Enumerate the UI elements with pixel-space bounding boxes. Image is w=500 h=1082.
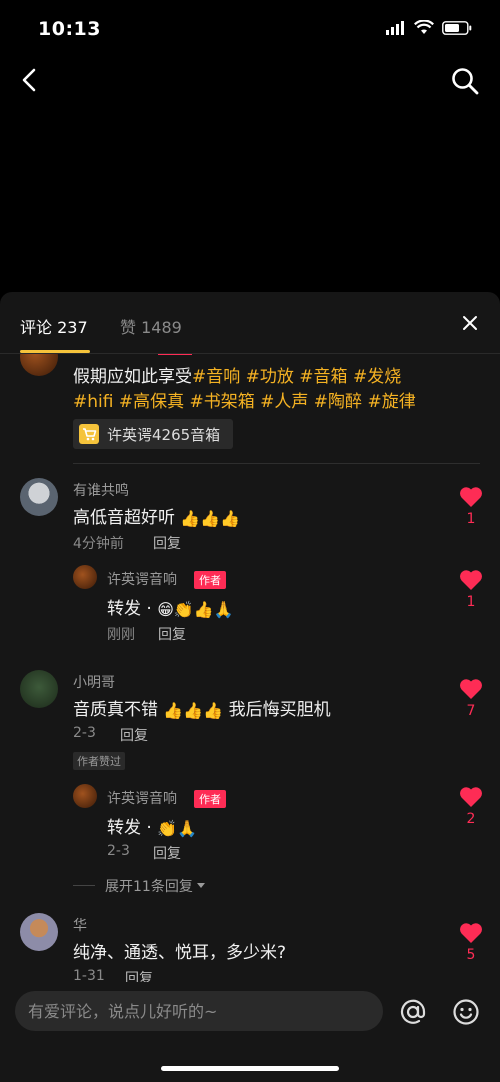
- author-badge: 作者: [194, 571, 226, 589]
- tab-comments[interactable]: 评论 237: [20, 314, 88, 338]
- status-time: 10:13: [38, 18, 101, 40]
- heart-icon[interactable]: [459, 486, 483, 508]
- commenter-name[interactable]: 有谁共鸣: [73, 480, 129, 500]
- thumbs-up-icon: 👍: [180, 508, 201, 528]
- reply-author-name[interactable]: 许英谔音响: [107, 788, 177, 808]
- list-item: 假期应如此享受#音响 #功放 #音箱 #发烧 #hifi #高保真 #书架箱 #…: [0, 354, 500, 464]
- avatar[interactable]: [73, 565, 97, 589]
- thumbs-up-icon: 👍: [163, 700, 184, 720]
- avatar[interactable]: [20, 913, 58, 951]
- avatar[interactable]: [73, 784, 97, 808]
- hashtags-line2[interactable]: #hifi #高保真 #书架箱 #人声 #陶醉 #旋律: [73, 387, 416, 412]
- reply-text: 转发 · 😁👏👍🙏: [107, 594, 234, 619]
- close-icon[interactable]: [462, 315, 478, 331]
- like-count: 1: [466, 511, 476, 527]
- comment-time: 2-3: [73, 725, 96, 741]
- avatar[interactable]: [20, 670, 58, 708]
- avatar[interactable]: [20, 478, 58, 516]
- heart-icon[interactable]: [459, 922, 483, 944]
- comment-list: 假期应如此享受#音响 #功放 #音箱 #发烧 #hifi #高保真 #书架箱 #…: [0, 354, 500, 982]
- product-name: 许英谔4265音箱: [107, 425, 221, 444]
- comment-body-tail: 我后悔买胆机: [228, 700, 331, 720]
- tab-likes[interactable]: 赞 1489: [120, 314, 182, 338]
- comment-body: 高低音超好听: [73, 508, 175, 528]
- like-count: 2: [466, 811, 476, 827]
- author-badge: 作者: [194, 790, 226, 808]
- tab-bar: 评论 237 赞 1489: [0, 292, 500, 354]
- reply-author-name[interactable]: 许英谔音响: [107, 569, 177, 589]
- grin-icon: 😁: [157, 599, 174, 619]
- expand-replies-button[interactable]: 展开11条回复: [105, 876, 206, 896]
- reply-button[interactable]: 回复: [125, 968, 153, 982]
- hashtags-line1[interactable]: #音响 #功放 #音箱 #发烧: [192, 367, 401, 387]
- avatar[interactable]: [20, 354, 58, 376]
- pray-icon: 🙏: [213, 599, 234, 619]
- thumbs-up-icon: 👍: [220, 508, 241, 528]
- clap-icon: 👏: [173, 599, 194, 619]
- heart-icon[interactable]: [459, 678, 483, 700]
- at-icon[interactable]: [399, 998, 427, 1026]
- expand-divider: [73, 885, 95, 886]
- comment-time: 4分钟前: [73, 536, 124, 552]
- comment-input-bar[interactable]: [15, 991, 383, 1031]
- comment-sheet: 评论 237 赞 1489 假期应如此享受#音响 #功放 #音箱 #发烧 #hi…: [0, 292, 500, 1082]
- comment-input[interactable]: [15, 991, 355, 1031]
- reply-body: 转发 ·: [107, 599, 152, 619]
- reply-time: 刚刚: [107, 627, 135, 643]
- chevron-down-icon: [196, 883, 205, 888]
- thumbs-up-icon: 👍: [203, 700, 224, 720]
- reply-button[interactable]: 回复: [120, 725, 148, 745]
- comment-text: 高低音超好听 👍👍👍: [73, 503, 240, 528]
- cart-icon: [79, 424, 99, 444]
- clap-icon: 👏: [157, 818, 178, 838]
- comment-body: 音质真不错: [73, 700, 158, 720]
- tab-underline: [20, 350, 90, 353]
- comment-text: 音质真不错 👍👍👍 我后悔买胆机: [73, 695, 331, 720]
- status-icons: [386, 20, 472, 35]
- caption-plain: 假期应如此享受: [73, 367, 192, 387]
- like-count: 5: [466, 947, 476, 963]
- home-indicator: [161, 1066, 339, 1071]
- like-count: 7: [466, 703, 476, 719]
- heart-icon[interactable]: [459, 569, 483, 591]
- liked-by-author-badge: 作者赞过: [73, 752, 125, 770]
- comment-time: 1-31: [73, 968, 105, 982]
- author-badge-partial: [158, 354, 192, 355]
- like-count: 1: [466, 594, 476, 610]
- reply-time: 2-3: [107, 843, 130, 859]
- expand-replies-label: 展开11条回复: [105, 879, 193, 895]
- reply-button[interactable]: 回复: [158, 624, 186, 644]
- divider: [73, 463, 480, 464]
- search-icon[interactable]: [450, 66, 480, 96]
- battery-icon: [442, 20, 472, 35]
- reply-text: 转发 · 👏🙏: [107, 813, 197, 838]
- back-icon[interactable]: [18, 64, 42, 96]
- heart-icon[interactable]: [459, 786, 483, 808]
- thumbs-up-icon: 👍: [183, 700, 204, 720]
- commenter-name[interactable]: 华: [73, 915, 87, 935]
- emoji-icon[interactable]: [452, 998, 480, 1026]
- pray-icon: 🙏: [177, 818, 198, 838]
- reply-button[interactable]: 回复: [153, 533, 181, 553]
- reply-body: 转发 ·: [107, 818, 152, 838]
- thumbs-up-icon: 👍: [193, 599, 214, 619]
- product-card[interactable]: 许英谔4265音箱: [73, 419, 233, 449]
- comment-text: 纯净、通透、悦耳，多少米?: [73, 943, 287, 963]
- wifi-icon: [414, 20, 434, 34]
- signal-icon: [386, 20, 404, 35]
- reply-button[interactable]: 回复: [153, 843, 181, 863]
- commenter-name[interactable]: 小明哥: [73, 672, 115, 692]
- comment-text: 假期应如此享受#音响 #功放 #音箱 #发烧: [73, 362, 401, 387]
- thumbs-up-icon: 👍: [200, 508, 221, 528]
